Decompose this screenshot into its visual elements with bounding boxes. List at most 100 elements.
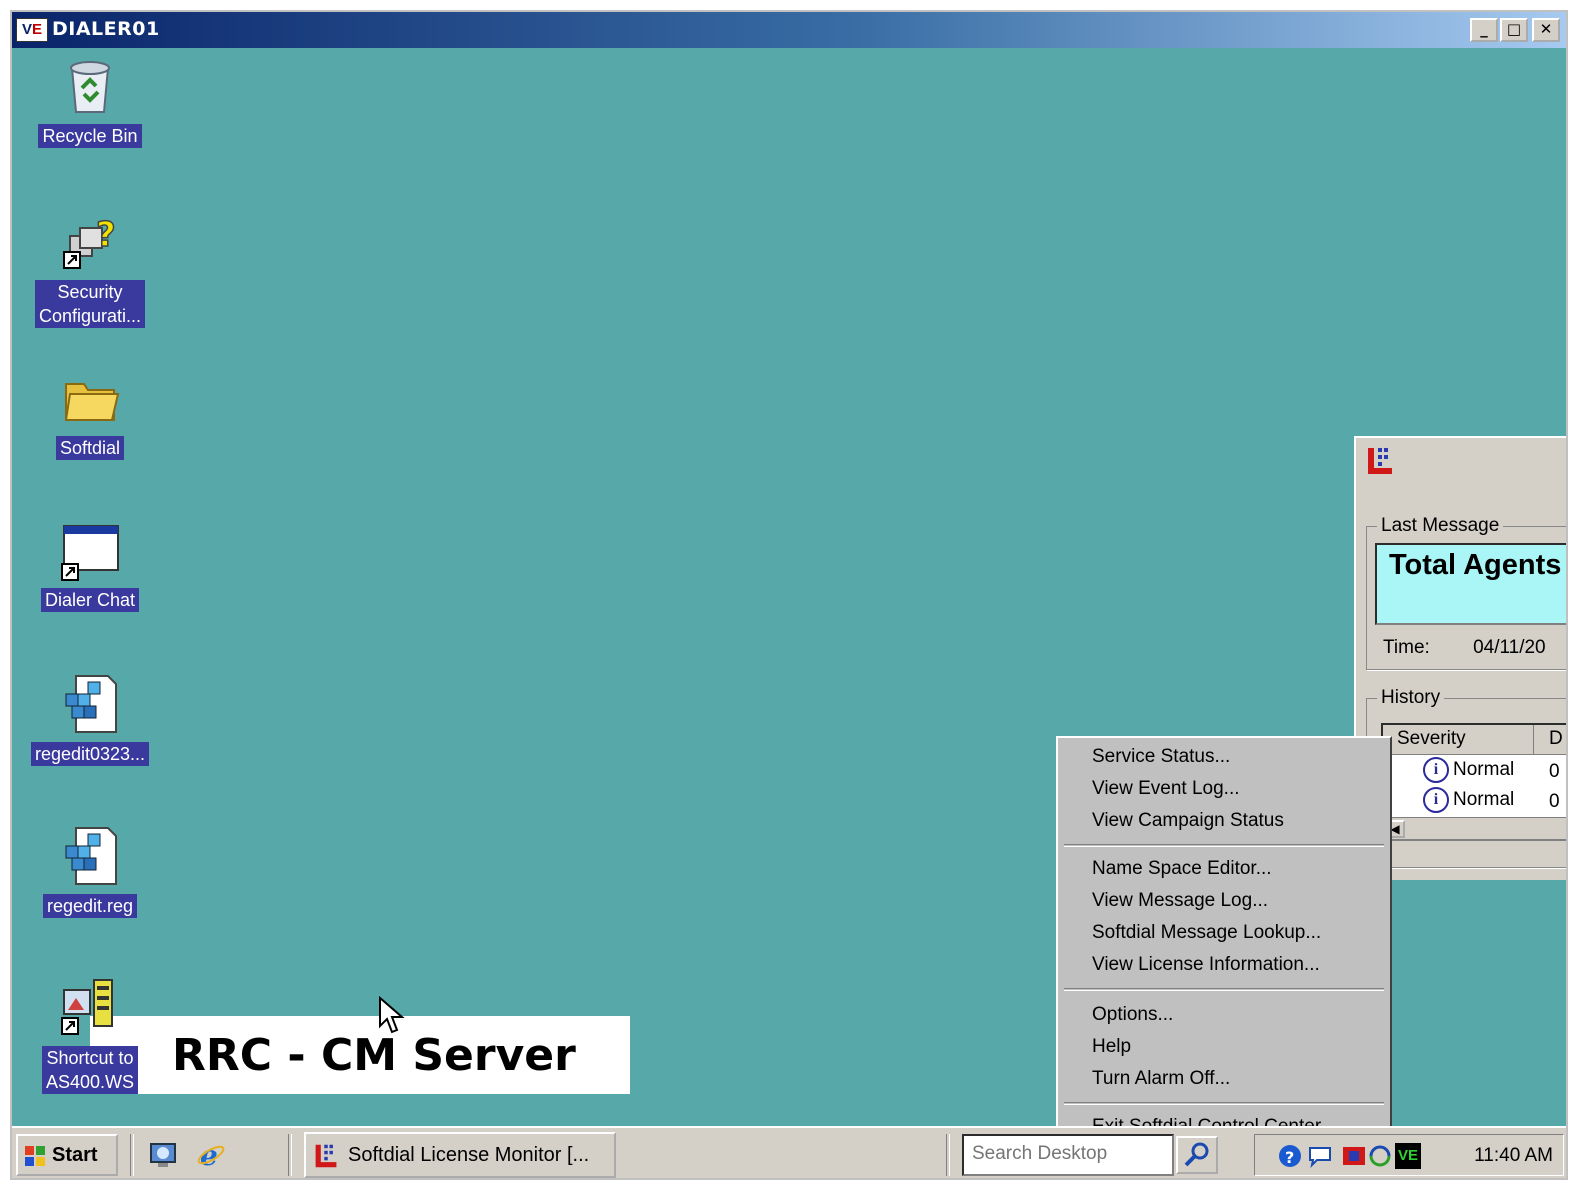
chat-tray-icon[interactable] [1307, 1143, 1333, 1169]
start-label: Start [52, 1144, 98, 1166]
menu-item-name-space-editor[interactable]: Name Space Editor... [1092, 858, 1272, 880]
label-line-1: Shortcut to [46, 1048, 134, 1068]
info-icon: i [1423, 787, 1449, 813]
tray-context-menu: Service Status... View Event Log... View… [1056, 736, 1392, 1150]
maximize-button[interactable]: □ [1500, 18, 1528, 42]
column-header-d[interactable]: D [1549, 728, 1563, 750]
internet-explorer-icon[interactable]: e [196, 1139, 226, 1172]
d-cell: 0 [1549, 791, 1560, 812]
history-list[interactable]: Severity D i Normal 0 i Normal 0 ◀ [1381, 723, 1566, 841]
time-value: 04/11/20 [1473, 637, 1546, 658]
security-config-icon: ? [58, 210, 122, 274]
label-line-1: Security [57, 282, 123, 302]
desktop-icon-label: Softdial [55, 436, 125, 460]
desktop-icon-label: Recycle Bin [38, 124, 142, 148]
last-message-group: Last Message Total Agents Time: 04/11/20 [1366, 515, 1566, 670]
desktop-icon-regedit0323[interactable]: regedit0323... [15, 672, 165, 766]
show-desktop-icon[interactable] [148, 1140, 178, 1170]
desktop-icon-label: Dialer Chat [40, 588, 140, 612]
column-header-severity[interactable]: Severity [1397, 728, 1466, 750]
svg-text:?: ? [96, 215, 116, 255]
menu-item-turn-alarm-off[interactable]: Turn Alarm Off... [1092, 1068, 1230, 1090]
desktop-search-box[interactable] [962, 1134, 1174, 1176]
desktop-icon-as400-shortcut[interactable]: Shortcut to AS400.WS [15, 976, 165, 1094]
menu-separator [1064, 988, 1384, 991]
time-label: Time: [1383, 637, 1430, 658]
windows-flag-icon [24, 1145, 46, 1167]
ve-logo-icon: VE [16, 18, 48, 42]
search-input[interactable] [964, 1136, 1124, 1172]
severity-cell: Normal [1453, 789, 1515, 811]
server-banner: RRC - CM Server [90, 1016, 630, 1094]
horizontal-scrollbar[interactable]: ◀ [1383, 817, 1566, 839]
svg-text:?: ? [1285, 1148, 1294, 1167]
system-clock[interactable]: 11:40 AM [1474, 1145, 1553, 1167]
desktop-icon-softdial[interactable]: Softdial [15, 366, 165, 460]
mouse-cursor-icon [378, 995, 406, 1036]
desktop-icon-label: Shortcut to AS400.WS [41, 1046, 139, 1094]
registry-file-icon [58, 824, 122, 888]
desktop-icon-label: regedit.reg [42, 894, 138, 918]
desktop-icon-regedit-reg[interactable]: regedit.reg [15, 824, 165, 918]
menu-item-license-information[interactable]: View License Information... [1092, 954, 1320, 976]
softdial-logo-icon [1366, 446, 1394, 476]
menu-separator [1064, 844, 1384, 847]
desktop-icon-security-configuration[interactable]: ? Security Configurati... [15, 210, 165, 328]
menu-item-view-campaign-status[interactable]: View Campaign Status [1092, 810, 1284, 832]
desktop[interactable]: Recycle Bin ? Security Configurati... So… [12, 48, 1566, 1150]
history-title: History [1377, 687, 1445, 709]
search-icon [1184, 1142, 1209, 1167]
menu-item-help[interactable]: Help [1092, 1036, 1131, 1058]
task-button-label: Softdial License Monitor [... [348, 1144, 590, 1166]
last-message-text: Total Agents [1389, 549, 1562, 581]
window-titlebar[interactable]: VE DIALER01 _ □ ✕ [12, 12, 1566, 48]
registry-file-icon [58, 672, 122, 736]
terminal-shortcut-icon [58, 976, 122, 1040]
menu-item-message-lookup[interactable]: Softdial Message Lookup... [1092, 922, 1321, 944]
taskbar-divider [130, 1134, 134, 1176]
menu-item-service-status[interactable]: Service Status... [1092, 746, 1230, 768]
remote-desktop-window: VE DIALER01 _ □ ✕ Recycle Bin ? Security… [10, 10, 1568, 1180]
history-header: Severity D [1383, 725, 1566, 755]
search-button[interactable] [1176, 1136, 1218, 1174]
taskbar: Start e Softdial License Monitor [... Se… [12, 1126, 1566, 1178]
severity-cell: Normal [1453, 759, 1515, 781]
system-tray: ? VE 11:40 AM [1254, 1134, 1564, 1176]
task-button-license-monitor[interactable]: Softdial License Monitor [... [304, 1132, 616, 1178]
label-line-2: Configurati... [38, 306, 142, 326]
d-cell: 0 [1549, 761, 1560, 782]
softdial-logo-icon [312, 1143, 340, 1169]
menu-item-options[interactable]: Options... [1092, 1004, 1173, 1026]
ve-tray-letter-a: V [1397, 1147, 1408, 1164]
folder-icon [58, 366, 122, 430]
menu-item-view-message-log[interactable]: View Message Log... [1092, 890, 1268, 912]
taskbar-divider [288, 1134, 292, 1176]
menu-separator [1064, 1102, 1384, 1105]
desktop-icon-recycle-bin[interactable]: Recycle Bin [15, 54, 165, 148]
close-button[interactable]: ✕ [1532, 18, 1560, 42]
label-line-2: AS400.WS [45, 1072, 135, 1092]
network-tray-icon[interactable] [1367, 1143, 1393, 1169]
window-title: DIALER01 [52, 18, 160, 40]
ve-tray-icon[interactable]: VE [1395, 1143, 1421, 1169]
window-shortcut-icon [58, 518, 122, 582]
last-message-title: Last Message [1377, 515, 1504, 537]
taskbar-divider [946, 1134, 950, 1176]
history-group: History Severity D i Normal 0 i Normal 0 ◀ [1366, 687, 1566, 868]
menu-item-view-event-log[interactable]: View Event Log... [1092, 778, 1240, 800]
recycle-bin-icon [58, 54, 122, 118]
history-row[interactable]: i Normal 0 [1423, 757, 1560, 783]
desktop-icon-label: regedit0323... [30, 742, 150, 766]
desktop-icon-label: Security Configurati... [34, 280, 146, 328]
start-button[interactable]: Start [16, 1134, 118, 1176]
history-row[interactable]: i Normal 0 [1423, 787, 1560, 813]
time-row: Time: 04/11/20 [1383, 637, 1546, 659]
ve-tray-letter-b: E [1408, 1147, 1419, 1164]
minimize-button[interactable]: _ [1470, 18, 1498, 42]
desktop-icon-dialer-chat[interactable]: Dialer Chat [15, 518, 165, 612]
column-divider [1533, 725, 1535, 755]
last-message-box: Total Agents [1375, 543, 1566, 625]
banner-text: RRC - CM Server [172, 1030, 576, 1081]
help-tray-icon[interactable]: ? [1277, 1143, 1303, 1169]
softdial-alarm-tray-icon[interactable] [1341, 1143, 1367, 1169]
